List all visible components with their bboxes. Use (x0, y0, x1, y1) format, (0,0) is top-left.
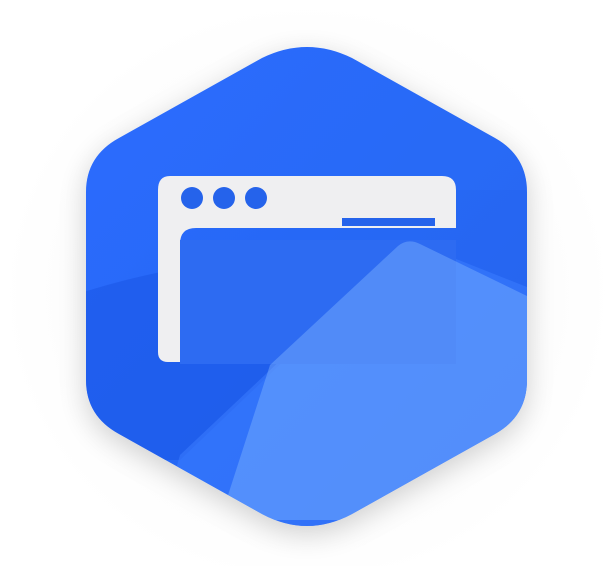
window-dot-1 (181, 187, 203, 209)
window-dot-2 (213, 187, 235, 209)
address-bar (342, 218, 435, 226)
browser-window-hexagon-icon (86, 47, 527, 526)
app-icon-canvas (0, 0, 615, 566)
window-dot-3 (245, 187, 267, 209)
